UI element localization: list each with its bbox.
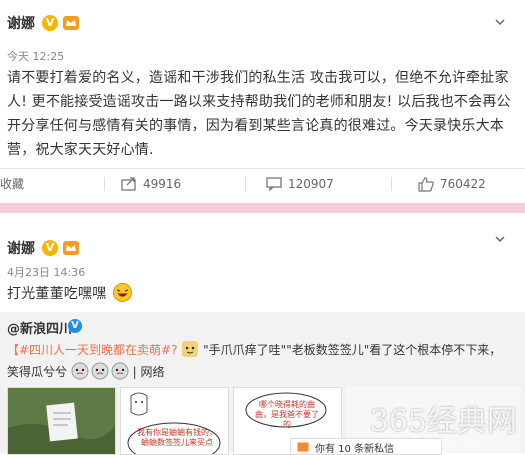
image-thumbnail-2[interactable]: 我有你是蛐蛐有钱的，蛐蛐数签签儿来买点	[120, 387, 229, 455]
husky-emoji-icon	[71, 362, 129, 380]
comment-icon	[266, 177, 282, 191]
post-text: 打光董董吃嘿嘿	[7, 282, 517, 306]
thumbs-up-icon	[418, 177, 434, 192]
image-3-caption: 哪个晓得耗的曲曲，是我爸不要了的	[255, 400, 319, 429]
chevron-down-icon[interactable]	[495, 17, 505, 27]
quote-1: "手爪爪痒了哇"	[203, 343, 287, 357]
mail-icon	[297, 442, 309, 452]
verified-badge-icon: V	[68, 319, 82, 333]
site-watermark-url: www.365jd.net	[404, 438, 479, 449]
post-time[interactable]: 4月23日 14:36	[7, 264, 85, 280]
author-name[interactable]: 谢娜	[7, 13, 35, 33]
source-label: | 网络	[132, 365, 165, 379]
action-bar: 收藏 49916 120907 760422	[0, 168, 525, 199]
dog-emoji-icon	[182, 341, 199, 357]
comment-button[interactable]: 120907	[266, 169, 366, 199]
verified-badge-icon: V	[42, 240, 58, 256]
image-thumbnail-1[interactable]	[7, 387, 116, 455]
repost-icon	[121, 177, 136, 191]
weibo-post-1: 谢娜 V 今天 12:25 请不要打着爱的名义，造谣和干涉我们的私生活 攻击我可…	[0, 0, 525, 203]
repost-count: 49916	[143, 177, 182, 191]
vip-crown-icon	[63, 16, 79, 30]
action-divider	[391, 177, 392, 191]
repost-author-name[interactable]: @新浪四川	[7, 318, 72, 337]
favorite-button[interactable]: 收藏	[0, 169, 24, 199]
action-divider	[245, 177, 246, 191]
verified-badge-icon: V	[42, 15, 58, 31]
like-button[interactable]: 760422	[418, 169, 508, 199]
like-count: 760422	[440, 177, 486, 191]
post-time[interactable]: 今天 12:25	[7, 48, 64, 64]
action-divider	[104, 177, 105, 191]
photo-field-icon	[8, 388, 115, 454]
repost-tail: 看了这个根本停不下来，	[369, 343, 502, 357]
comment-count: 120907	[288, 177, 334, 191]
post-text-content: 打光董董吃嘿嘿	[7, 286, 107, 302]
post-text: 请不要打着爱的名义，造谣和干涉我们的私生活 攻击我可以，但绝不允许牵扯家人! 更…	[7, 70, 511, 158]
chevron-down-icon[interactable]	[495, 234, 505, 244]
repost-text: 【#四川人一天到晚都在卖萌#? "手爪爪痒了哇""老板数签签儿"看了这个根本停不…	[7, 339, 517, 383]
laughing-emoji-icon	[113, 283, 133, 302]
topic-link[interactable]: 【#四川人一天到晚都在卖萌#?	[7, 343, 177, 357]
image-2-caption: 我有你是蛐蛐有钱的，蛐蛐数签签儿来买点	[137, 428, 217, 447]
feed-divider	[0, 203, 525, 213]
author-name[interactable]: 谢娜	[7, 238, 35, 258]
vip-crown-icon	[63, 241, 79, 255]
quote-2: "老板数签签儿"	[286, 343, 370, 357]
site-watermark: 365经典网	[369, 404, 517, 439]
repost-line2: 笑得瓜兮兮	[7, 365, 68, 379]
repost-button[interactable]: 49916	[121, 169, 211, 199]
